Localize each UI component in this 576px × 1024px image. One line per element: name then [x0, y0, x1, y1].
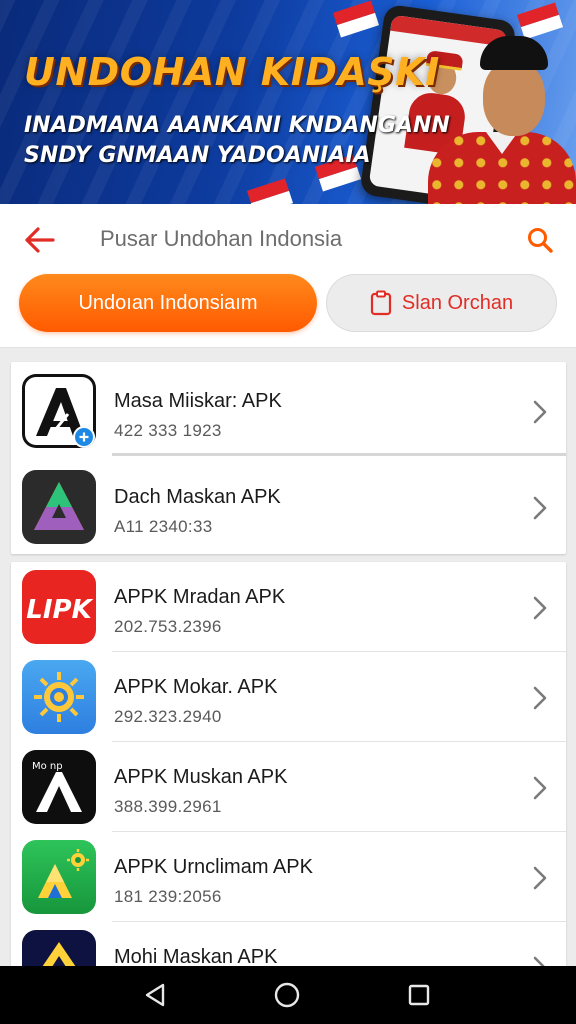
- app-size: A11 2340:33: [114, 517, 213, 536]
- triangle-back-icon: [145, 983, 165, 1007]
- app-list-item[interactable]: Dach Maskan APK A11 2340:33: [11, 462, 566, 552]
- filter-tab-label: Slan Orchan: [401, 291, 514, 314]
- banner-subtitle: SNDY GNMAAN YADOANIAIA: [24, 143, 371, 168]
- filter-tab-primary[interactable]: Undoıan Indonsiaım: [19, 274, 317, 332]
- back-button[interactable]: [20, 220, 60, 260]
- banner-subtitle: INADMANA AANKANI KNDANGANN: [24, 113, 450, 138]
- app-name: Dach Maskan APK: [114, 486, 281, 508]
- banner-title: UNDOHAN KIDAŞKI: [24, 50, 440, 94]
- app-list-item[interactable]: APPK Urnclimam APK 181 239:2056: [11, 832, 566, 922]
- search-header: Pusar Undohan Indonsia Undoıan Indonsiaı…: [0, 204, 576, 348]
- app-name: APPK Urnclimam APK: [114, 856, 313, 878]
- search-input[interactable]: Pusar Undohan Indonsia: [100, 226, 342, 252]
- system-nav-bar: [0, 966, 576, 1024]
- app-size: 181 239:2056: [114, 887, 222, 906]
- app-icon-text: LIPK: [26, 595, 93, 625]
- chevron-right-icon: [533, 400, 547, 424]
- app-icon-text: Mo np: [32, 761, 63, 772]
- app-name: Masa Miiskar: APK: [114, 390, 282, 412]
- app-name: APPK Mokar. APK: [114, 676, 278, 698]
- circle-home-icon: [274, 982, 300, 1008]
- app-icon: [22, 660, 96, 734]
- app-list-item[interactable]: Mo np APPK Muskan APK 388.399.2961: [11, 742, 566, 832]
- arrow-left-icon: [25, 227, 55, 253]
- chevron-right-icon: [533, 686, 547, 710]
- nav-recents-button[interactable]: [404, 980, 434, 1010]
- app-name: APPK Muskan APK: [114, 766, 288, 788]
- app-size: 422 333 1923: [114, 421, 222, 440]
- clipboard-icon: [370, 290, 392, 316]
- app-list-group: LIPK APPK Mradan APK 202.753.2396 APPK M…: [11, 562, 566, 982]
- chevron-right-icon: [533, 496, 547, 520]
- app-icon: [22, 840, 96, 914]
- search-icon: [528, 228, 553, 253]
- app-size: 388.399.2961: [114, 797, 222, 816]
- promo-banner[interactable]: UNDOHAN KIDAŞKI INADMANA AANKANI KNDANGA…: [0, 0, 576, 204]
- app-root: UNDOHAN KIDAŞKI INADMANA AANKANI KNDANGA…: [0, 0, 576, 1024]
- person-illustration: [428, 36, 576, 204]
- search-button[interactable]: [520, 220, 560, 260]
- nav-home-button[interactable]: [272, 980, 302, 1010]
- app-size: 202.753.2396: [114, 617, 222, 636]
- nav-back-button[interactable]: [140, 980, 170, 1010]
- filter-tab-label: Undoıan Indonsiaım: [78, 291, 258, 314]
- square-recents-icon: [408, 984, 430, 1006]
- app-list-group: Masa Miiskar: APK 422 333 1923 Dach Mask…: [11, 362, 566, 554]
- chevron-right-icon: [533, 596, 547, 620]
- app-size: 292.323.2940: [114, 707, 222, 726]
- app-icon: [22, 374, 96, 448]
- app-icon: Mo np: [22, 750, 96, 824]
- chevron-right-icon: [533, 866, 547, 890]
- app-name: APPK Mradan APK: [114, 586, 286, 608]
- app-list-item[interactable]: LIPK APPK Mradan APK 202.753.2396: [11, 562, 566, 652]
- filter-tab-secondary[interactable]: Slan Orchan: [326, 274, 557, 332]
- app-icon: [22, 470, 96, 544]
- app-list-item[interactable]: Masa Miiskar: APK 422 333 1923: [11, 366, 566, 456]
- app-icon: LIPK: [22, 570, 96, 644]
- app-list-item[interactable]: APPK Mokar. APK 292.323.2940: [11, 652, 566, 742]
- chevron-right-icon: [533, 776, 547, 800]
